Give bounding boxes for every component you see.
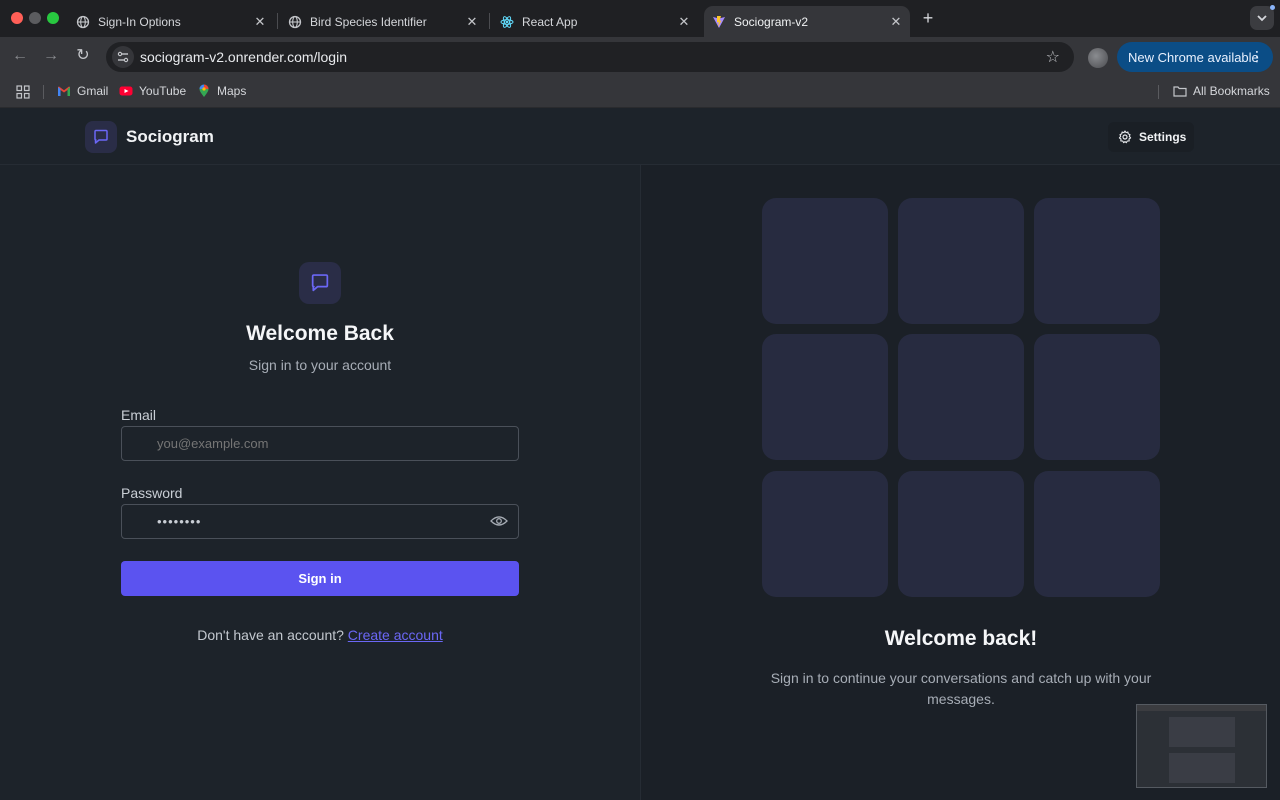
notification-dot [1270, 5, 1275, 10]
address-bar[interactable]: sociogram-v2.onrender.com/login ☆ [106, 42, 1074, 72]
bookmark-gmail[interactable]: Gmail [57, 84, 108, 98]
maximize-window-button[interactable] [47, 12, 59, 24]
maps-icon [199, 84, 209, 97]
login-title: Welcome Back [246, 322, 394, 345]
settings-button[interactable]: Settings [1108, 122, 1194, 152]
site-info-icon[interactable] [112, 46, 134, 68]
browser-tab-bar: Sign-In Options ✕ Bird Species Identifie… [0, 0, 1280, 37]
more-menu-icon[interactable]: ⋮ [1250, 48, 1264, 65]
tab-label: Bird Species Identifier [310, 14, 427, 29]
profile-avatar[interactable] [1088, 48, 1108, 68]
window-preview-thumbnail[interactable] [1136, 704, 1267, 788]
all-bookmarks-label: All Bookmarks [1193, 84, 1270, 98]
password-field[interactable]: •••••••• [121, 504, 519, 539]
brand-logo[interactable] [85, 121, 117, 153]
hero-text: Sign in to continue your conversations a… [770, 670, 1152, 707]
close-window-button[interactable] [11, 12, 23, 24]
login-subtitle: Sign in to your account [248, 357, 392, 373]
gear-icon [1118, 130, 1132, 144]
preview-block [1169, 717, 1235, 747]
placeholder-tile [898, 334, 1024, 460]
chat-bubble-icon [311, 274, 329, 292]
update-label: New Chrome available [1128, 49, 1259, 65]
globe-icon [76, 15, 90, 28]
apps-grid-icon[interactable] [16, 85, 30, 99]
show-password-icon[interactable] [490, 515, 508, 527]
browser-toolbar: ← → ↻ sociogram-v2.onrender.com/login ☆ … [0, 37, 1280, 75]
login-panel: Welcome Back Sign in to your account Ema… [0, 165, 640, 800]
placeholder-tile [762, 334, 888, 460]
tab-label: Sociogram-v2 [734, 14, 809, 29]
bookmarks-bar: Gmail YouTube Maps All Bookmarks [0, 75, 1280, 108]
tab-react-app[interactable]: React App ✕ [492, 6, 698, 37]
tab-divider [489, 13, 490, 29]
react-icon [500, 15, 514, 28]
close-icon[interactable]: ✕ [676, 14, 692, 30]
no-account-text: Don't have an account? [197, 627, 344, 643]
new-tab-button[interactable]: + [918, 8, 938, 28]
hero-title: Welcome back! [884, 627, 1038, 650]
placeholder-tile [1034, 471, 1160, 597]
bookmark-star-icon[interactable]: ☆ [1046, 47, 1060, 67]
tab-sign-in-options[interactable]: Sign-In Options ✕ [68, 6, 274, 37]
minimize-window-button[interactable] [29, 12, 41, 24]
tab-label: Sign-In Options [98, 14, 181, 29]
youtube-icon [119, 86, 133, 96]
reload-button[interactable]: ↻ [73, 46, 93, 66]
login-logo [299, 262, 341, 304]
email-label: Email [121, 407, 157, 423]
placeholder-tile [898, 198, 1024, 324]
gmail-icon [58, 86, 70, 96]
bookmark-label: Maps [217, 84, 247, 98]
bookmark-divider [1158, 85, 1159, 99]
preview-chrome [1137, 705, 1266, 711]
all-bookmarks-button[interactable]: All Bookmarks [1173, 84, 1270, 98]
placeholder-tile [898, 471, 1024, 597]
close-icon[interactable]: ✕ [252, 14, 268, 30]
placeholder-tile [762, 471, 888, 597]
placeholder-tile [1034, 334, 1160, 460]
bookmark-maps[interactable]: Maps [197, 84, 246, 98]
password-label: Password [121, 485, 183, 501]
bookmark-label: YouTube [139, 84, 187, 98]
tab-label: React App [522, 14, 578, 29]
close-icon[interactable]: ✕ [464, 14, 480, 30]
forward-button[interactable]: → [41, 46, 61, 66]
chat-bubble-icon [94, 129, 108, 144]
folder-icon [1173, 86, 1187, 97]
bookmark-label: Gmail [77, 84, 109, 98]
globe-icon [288, 15, 302, 28]
preview-block [1169, 753, 1235, 783]
tab-bird-species-identifier[interactable]: Bird Species Identifier ✕ [280, 6, 486, 37]
back-button[interactable]: ← [10, 46, 30, 66]
sign-in-button[interactable]: Sign in [121, 561, 519, 596]
url-text: sociogram-v2.onrender.com/login [140, 49, 347, 65]
app-header: Sociogram Settings [0, 108, 1280, 165]
bookmark-divider [43, 85, 44, 99]
settings-label: Settings [1139, 130, 1187, 144]
brand-name[interactable]: Sociogram [126, 127, 214, 147]
tab-divider [277, 13, 278, 29]
close-icon[interactable]: ✕ [888, 14, 904, 30]
signup-prompt: Don't have an account? Create account [0, 627, 640, 643]
placeholder-tile [762, 198, 888, 324]
vite-icon [713, 15, 725, 28]
tab-sociogram-v2[interactable]: Sociogram-v2 ✕ [704, 6, 910, 37]
web-page: Sociogram Settings Welcome Back Sign in … [0, 108, 1280, 800]
email-field[interactable] [121, 426, 519, 461]
placeholder-tile [1034, 198, 1160, 324]
create-account-link[interactable]: Create account [348, 627, 443, 643]
new-chrome-available-button[interactable]: New Chrome available ⋮ [1117, 42, 1273, 72]
bookmark-youtube[interactable]: YouTube [119, 84, 186, 98]
